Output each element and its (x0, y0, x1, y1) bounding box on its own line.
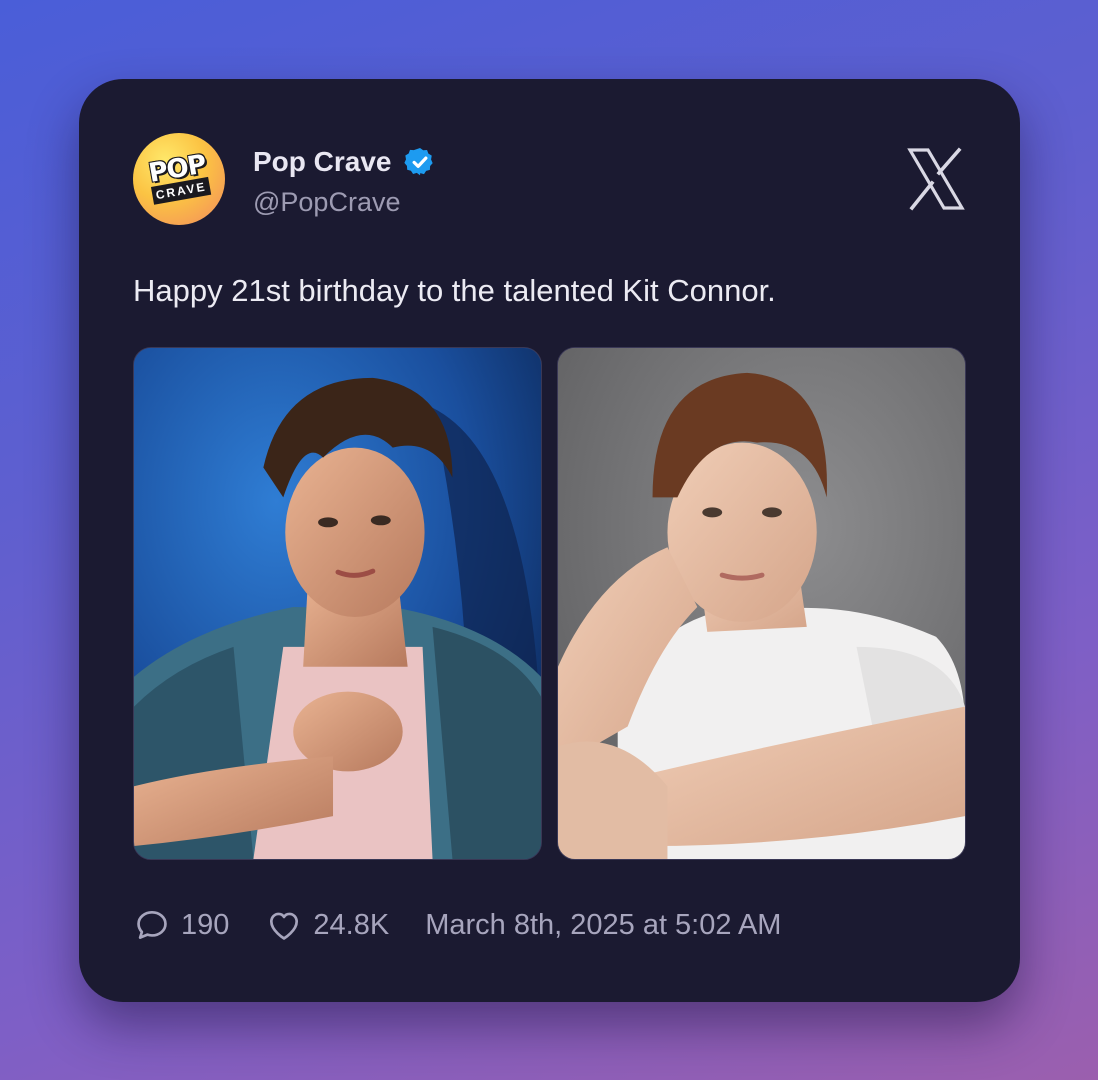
tweet-photo-2[interactable] (557, 347, 966, 860)
author-display-name[interactable]: Pop Crave (253, 145, 392, 179)
author-name-row: Pop Crave (253, 145, 436, 179)
tweet-card: POP CRAVE Pop Crave @PopCrave Happy 21st… (79, 79, 1020, 1002)
like-count: 24.8K (313, 908, 390, 941)
pop-crave-logo: POP CRAVE (144, 149, 213, 208)
post-timestamp[interactable]: March 8th, 2025 at 5:02 AM (425, 909, 781, 942)
tweet-text: Happy 21st birthday to the talented Kit … (133, 273, 776, 308)
verified-badge-icon (403, 148, 433, 176)
x-logo-icon[interactable] (906, 147, 966, 211)
author-handle[interactable]: @PopCrave (253, 186, 400, 218)
reply-icon[interactable] (133, 906, 171, 944)
portrait-photo-1 (134, 348, 541, 859)
tweet-footer: 190 24.8K March 8th, 2025 at 5:02 AM (133, 903, 781, 947)
reply-count: 190 (181, 908, 230, 941)
portrait-photo-2 (558, 348, 965, 859)
tweet-photo-1[interactable] (133, 347, 542, 860)
author-avatar[interactable]: POP CRAVE (133, 133, 225, 225)
heart-icon[interactable] (265, 906, 303, 944)
